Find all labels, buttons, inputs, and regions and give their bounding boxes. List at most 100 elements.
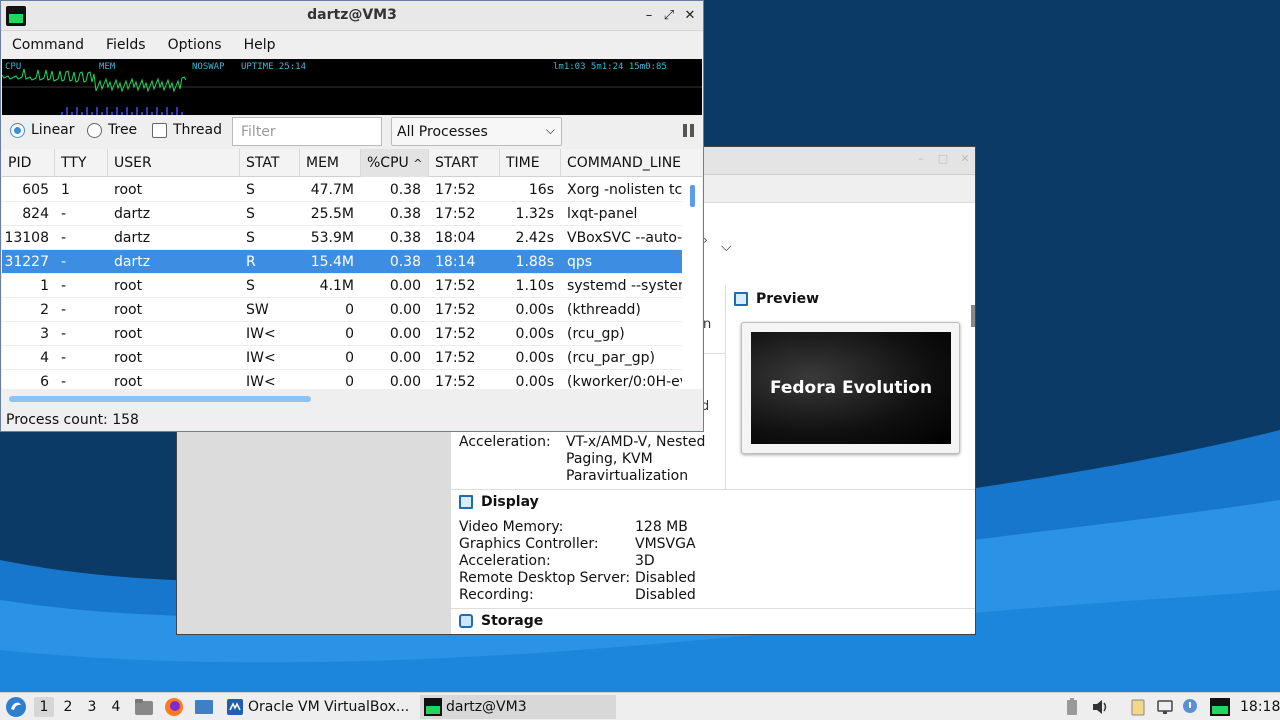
thread-label[interactable]: Thread bbox=[173, 122, 222, 138]
chevron-down-icon[interactable]: ⌵ bbox=[721, 239, 732, 255]
acceleration-value-line: VT-x/AMD-V, Nested bbox=[566, 434, 706, 450]
task-virtualbox[interactable]: Oracle VM VirtualBox... bbox=[222, 695, 418, 719]
table-cell-time: 1.10s bbox=[515, 278, 554, 294]
table-cell-user: dartz bbox=[114, 206, 151, 222]
tree-radio[interactable] bbox=[87, 123, 102, 138]
table-cell-command_line: (rcu_par_gp) bbox=[567, 350, 655, 366]
desktop-switch-2[interactable]: 2 bbox=[58, 697, 78, 717]
volume-icon[interactable] bbox=[1092, 698, 1108, 716]
desktop-switch-4[interactable]: 4 bbox=[106, 697, 126, 717]
storage-section-header[interactable]: Storage bbox=[459, 613, 543, 629]
table-row[interactable]: 824- dartz S 25.5M 0.38 17:52 1.32s lxqt-panel bbox=[2, 202, 682, 226]
process-filter-select[interactable]: All Processes ⌵ bbox=[391, 117, 562, 146]
horizontal-scrollbar[interactable] bbox=[9, 396, 311, 402]
close-icon[interactable]: ✕ bbox=[959, 153, 971, 165]
preview-section-header[interactable]: Preview bbox=[734, 291, 819, 307]
table-cell-mem: 15.4M bbox=[310, 254, 354, 270]
menubar: Command Fields Options Help bbox=[1, 31, 703, 59]
table-row[interactable]: 4- root IW< 0 0.00 17:52 0.00s (rcu_par_gp) bbox=[2, 346, 682, 370]
menu-command[interactable]: Command bbox=[1, 37, 95, 53]
table-cell-user: root bbox=[114, 374, 143, 389]
pause-icon[interactable] bbox=[682, 124, 696, 138]
notification-icon[interactable] bbox=[1182, 698, 1198, 716]
display-section-header[interactable]: Display bbox=[459, 494, 539, 510]
display-acceleration-key: Acceleration: bbox=[459, 553, 551, 569]
table-cell-cpu: 0.38 bbox=[389, 230, 421, 246]
menu-help[interactable]: Help bbox=[233, 37, 287, 53]
minimize-icon[interactable]: – bbox=[641, 7, 657, 25]
resource-graph: CPU MEM NOSWAP UPTIME 25:14 lm1:03 5m1:2… bbox=[2, 59, 702, 115]
table-cell-command_line: lxqt-panel bbox=[567, 206, 638, 222]
maximize-icon[interactable]: □ bbox=[937, 153, 949, 165]
scrollbar[interactable] bbox=[971, 305, 975, 327]
table-cell-command_line: (kthreadd) bbox=[567, 302, 641, 318]
table-cell-stat: S bbox=[246, 230, 255, 246]
table-cell-time: 2.42s bbox=[515, 230, 554, 246]
column-header-stat[interactable]: STAT bbox=[240, 149, 300, 177]
desktop-switch-3[interactable]: 3 bbox=[82, 697, 102, 717]
close-icon[interactable]: ✕ bbox=[682, 7, 698, 25]
column-header-tty[interactable]: TTY bbox=[55, 149, 108, 177]
firefox-icon[interactable] bbox=[164, 697, 184, 717]
table-cell-user: root bbox=[114, 350, 143, 366]
column-header-user[interactable]: USER bbox=[108, 149, 240, 177]
table-cell-mem: 0 bbox=[345, 302, 354, 318]
qps-titlebar[interactable]: dartz@VM3 – ⤢ ✕ bbox=[1, 1, 703, 31]
linear-label[interactable]: Linear bbox=[31, 122, 75, 138]
task-label: Oracle VM VirtualBox... bbox=[248, 699, 410, 715]
network-icon[interactable] bbox=[1157, 698, 1173, 716]
vertical-scrollbar[interactable] bbox=[690, 185, 695, 207]
column-header-start[interactable]: START bbox=[429, 149, 500, 177]
table-row[interactable]: 3- root IW< 0 0.00 17:52 0.00s (rcu_gp) bbox=[2, 322, 682, 346]
column-header-time[interactable]: TIME bbox=[500, 149, 561, 177]
table-cell-pid: 6 bbox=[40, 374, 49, 389]
table-cell-tty: 1 bbox=[61, 182, 70, 198]
table-cell-stat: S bbox=[246, 182, 255, 198]
table-cell-pid: 605 bbox=[22, 182, 49, 198]
filter-input[interactable] bbox=[232, 117, 382, 146]
menu-options[interactable]: Options bbox=[157, 37, 233, 53]
clock[interactable]: 18:18 bbox=[1240, 693, 1280, 720]
table-cell-time: 0.00s bbox=[515, 350, 554, 366]
table-row[interactable]: 1- root S 4.1M 0.00 17:52 1.10s systemd --syste… bbox=[2, 274, 682, 298]
table-cell-stat: R bbox=[246, 254, 256, 270]
minimize-icon[interactable]: – bbox=[915, 153, 927, 165]
table-cell-stat: S bbox=[246, 206, 255, 222]
table-row[interactable]: 6- root IW< 0 0.00 17:52 0.00s (kworker/0:0H-ev… bbox=[2, 370, 682, 389]
maximize-icon[interactable]: ⤢ bbox=[661, 7, 677, 25]
table-row[interactable]: 31227- dartz R 15.4M 0.38 18:14 1.88s qps bbox=[2, 250, 682, 274]
menu-fields[interactable]: Fields bbox=[95, 37, 157, 53]
display-title: Display bbox=[481, 494, 539, 510]
column-header-mem[interactable]: MEM bbox=[300, 149, 361, 177]
linear-radio[interactable] bbox=[10, 123, 25, 138]
clipboard-icon[interactable] bbox=[1130, 698, 1146, 716]
desktop-switch-1[interactable]: 1 bbox=[34, 697, 54, 717]
task-qps[interactable]: dartz@VM3 bbox=[420, 695, 616, 719]
table-cell-tty: - bbox=[61, 230, 67, 246]
table-cell-time: 1.32s bbox=[515, 206, 554, 222]
tree-label[interactable]: Tree bbox=[108, 122, 137, 138]
table-cell-time: 0.00s bbox=[515, 326, 554, 342]
show-desktop-icon[interactable] bbox=[194, 697, 214, 717]
table-cell-stat: S bbox=[246, 278, 255, 294]
table-row[interactable]: 2- root SW 0 0.00 17:52 0.00s (kthreadd) bbox=[2, 298, 682, 322]
thread-checkbox[interactable] bbox=[152, 123, 167, 138]
table-cell-command_line: systemd --system bbox=[567, 278, 682, 294]
cpu-label: CPU bbox=[5, 62, 22, 72]
display-acceleration-value: 3D bbox=[635, 553, 655, 569]
table-row[interactable]: 13108- dartz S 53.9M 0.38 18:04 2.42s VBoxSVC -… bbox=[2, 226, 682, 250]
table-cell-cpu: 0.38 bbox=[389, 254, 421, 270]
column-header-pid[interactable]: PID bbox=[2, 149, 55, 177]
column-header-command-line[interactable]: COMMAND_LINE bbox=[561, 149, 702, 177]
qps-tray-icon[interactable] bbox=[1210, 698, 1230, 716]
table-cell-mem: 0 bbox=[345, 350, 354, 366]
table-cell-cpu: 0.00 bbox=[389, 278, 421, 294]
table-row[interactable]: 605 1 root S 47.7M 0.38 17:52 16s Xorg -nolisten… bbox=[2, 178, 682, 202]
table-cell-command_line: (rcu_gp) bbox=[567, 326, 625, 342]
table-cell-time: 0.00s bbox=[515, 374, 554, 389]
file-manager-icon[interactable] bbox=[134, 697, 154, 717]
table-cell-mem: 0 bbox=[345, 326, 354, 342]
start-menu-icon[interactable] bbox=[5, 696, 27, 718]
column-header-cpu[interactable]: %CPU ^ bbox=[361, 149, 429, 177]
battery-icon[interactable] bbox=[1064, 698, 1080, 716]
